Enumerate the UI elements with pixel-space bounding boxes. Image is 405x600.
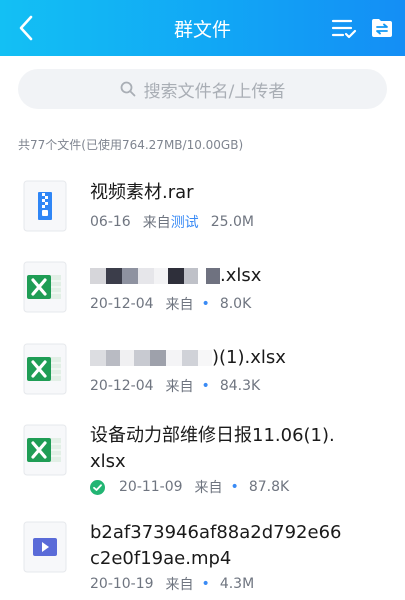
file-item[interactable]: )(1).xlsx 20-12-04 来自 • 84.3K: [0, 340, 405, 402]
file-date: 20-10-19: [90, 576, 154, 592]
file-name: 设备动力部维修日报11.06(1). xlsx: [90, 425, 335, 472]
file-size: 25.0M: [210, 214, 254, 230]
redacted-block: [134, 350, 150, 366]
redacted-block: [206, 268, 220, 284]
redacted-block: [122, 268, 138, 284]
top-bar: 群文件: [0, 0, 405, 56]
redacted-block: [138, 268, 154, 284]
from-label: 来自: [142, 215, 171, 231]
file-item[interactable]: 设备动力部维修日报11.06(1). xlsx 20-11-09 来自 • 87…: [0, 421, 405, 501]
redacted-block: [198, 350, 212, 366]
redacted-block: [90, 268, 106, 284]
file-date: 20-12-04: [90, 296, 154, 312]
from-label: 来自: [165, 577, 194, 593]
file-name: )(1).xlsx: [90, 345, 390, 371]
file-meta: 20-10-19 来自 • 4.3M: [90, 574, 254, 594]
folder-transfer-button[interactable]: [368, 14, 396, 42]
file-size: 8.0K: [219, 296, 252, 312]
file-date: 20-11-09: [119, 479, 183, 495]
file-meta: 06-16 来自 测试 25.0M: [90, 212, 254, 232]
file-meta: 20-11-09 来自 • 87.8K: [90, 477, 289, 497]
chevron-left-icon: [19, 15, 33, 41]
file-size: 87.8K: [248, 479, 290, 495]
file-item[interactable]: b2af373946af88a2d792e66 c2e0f19ae.mp4 20…: [0, 518, 405, 598]
redacted-block: [106, 268, 122, 284]
excel-icon: [23, 424, 67, 476]
file-size: 4.3M: [219, 576, 255, 592]
file-item[interactable]: .xlsx 20-12-04 来自 • 8.0K: [0, 258, 405, 320]
file-item[interactable]: 视频素材.rar 06-16 来自 测试 25.0M: [0, 176, 405, 238]
search-placeholder: 搜索文件名/上传者: [143, 81, 286, 102]
storage-summary: 共77个文件(已使用764.27MB/10.00GB): [18, 138, 244, 152]
from-label: 来自: [194, 480, 223, 496]
redacted-block: [120, 350, 134, 366]
from-label: 来自: [165, 379, 194, 395]
search-icon: [120, 81, 136, 97]
redacted-block: [168, 268, 184, 284]
sender-dot: •: [201, 378, 210, 394]
sender-name[interactable]: 测试: [171, 212, 199, 232]
sender-dot: •: [201, 576, 210, 592]
redacted-block: [154, 268, 168, 284]
file-meta: 20-12-04 来自 • 84.3K: [90, 376, 260, 396]
file-date: 06-16: [90, 214, 131, 230]
file-name: .xlsx: [90, 263, 390, 289]
file-size: 84.3K: [219, 378, 261, 394]
file-name: b2af373946af88a2d792e66 c2e0f19ae.mp4: [90, 522, 342, 569]
redacted-block: [184, 268, 198, 284]
redacted-block: [106, 350, 120, 366]
redacted-block: [182, 350, 198, 366]
file-date: 20-12-04: [90, 378, 154, 394]
downloaded-check-icon: [90, 479, 105, 495]
video-icon: [23, 521, 67, 573]
redacted-block: [166, 350, 182, 366]
excel-icon: [23, 343, 67, 395]
archive-icon: [23, 180, 67, 232]
sender-dot: •: [230, 479, 239, 495]
file-name: 视频素材.rar: [90, 182, 194, 203]
redacted-block: [150, 350, 166, 366]
back-button[interactable]: [10, 12, 42, 44]
file-meta: 20-12-04 来自 • 8.0K: [90, 294, 251, 314]
redacted-block: [90, 350, 106, 366]
sender-dot: •: [201, 296, 210, 312]
page-title: 群文件: [173, 18, 231, 41]
search-input[interactable]: 搜索文件名/上传者: [18, 69, 387, 109]
excel-icon: [23, 261, 67, 313]
from-label: 来自: [165, 297, 194, 313]
sort-button[interactable]: [330, 14, 358, 42]
sort-list-icon: [331, 19, 357, 39]
folder-transfer-icon: [372, 19, 392, 37]
